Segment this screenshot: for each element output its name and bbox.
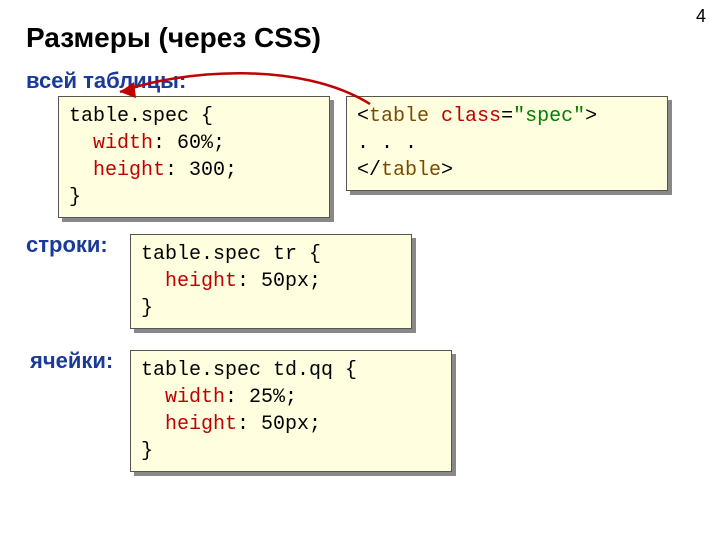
label-cell: ячейки:: [30, 348, 113, 374]
code-tagname: table: [369, 105, 429, 128]
code-line: }: [141, 440, 153, 463]
code-keyword-width: width: [165, 386, 225, 409]
code-attr-value: "spec": [513, 105, 585, 128]
code-text: [429, 105, 441, 128]
code-keyword-height: height: [93, 159, 165, 182]
code-text: >: [585, 105, 597, 128]
code-keyword-width: width: [93, 132, 153, 155]
code-text: : 60%;: [153, 132, 225, 155]
code-keyword-height: height: [165, 413, 237, 436]
code-text: : 50px;: [237, 270, 321, 293]
code-tagname: table: [381, 159, 441, 182]
code-keyword-height: height: [165, 270, 237, 293]
code-text: =: [501, 105, 513, 128]
code-line: table.spec td.qq {: [141, 359, 357, 382]
code-attr-name: class: [441, 105, 501, 128]
code-box-cell-css: table.spec td.qq { width: 25%; height: 5…: [130, 350, 452, 472]
code-text: : 300;: [165, 159, 237, 182]
code-text: . . .: [357, 132, 417, 155]
page-number: 4: [696, 6, 706, 27]
code-box-row-css: table.spec tr { height: 50px; }: [130, 234, 412, 329]
code-line: table.spec tr {: [141, 243, 321, 266]
code-text: : 25%;: [225, 386, 297, 409]
label-whole-table: всей таблицы:: [26, 68, 186, 94]
label-row: строки:: [26, 232, 108, 258]
code-text: : 50px;: [237, 413, 321, 436]
code-text: </: [357, 159, 381, 182]
page-title: Размеры (через CSS): [26, 22, 321, 54]
code-text: <: [357, 105, 369, 128]
code-text: >: [441, 159, 453, 182]
code-line: }: [141, 297, 153, 320]
code-box-table-css: table.spec { width: 60%; height: 300; }: [58, 96, 330, 218]
code-line: table.spec {: [69, 105, 213, 128]
code-line: }: [69, 186, 81, 209]
code-box-table-html: <table class="spec"> . . . </table>: [346, 96, 668, 191]
